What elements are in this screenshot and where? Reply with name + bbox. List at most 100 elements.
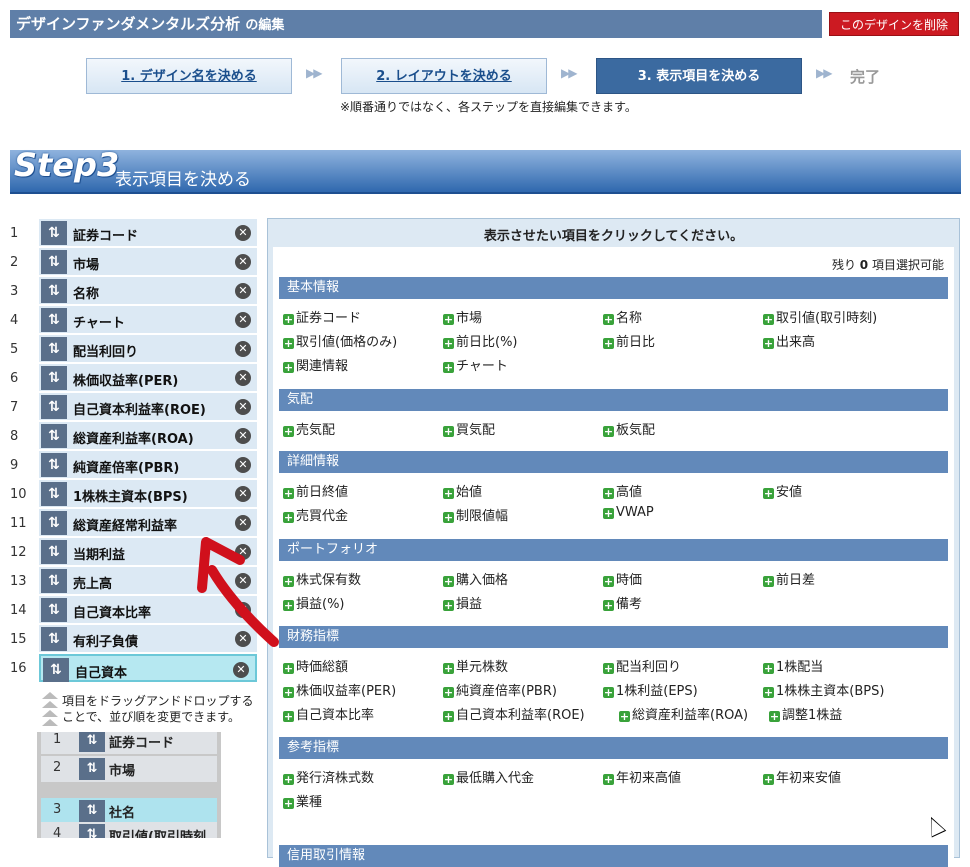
selected-item[interactable]: ⇅ 1株株主資本(BPS) ✕: [39, 480, 257, 508]
annotation-arrow-icon: [197, 537, 279, 647]
selected-item[interactable]: ⇅ 名称 ✕: [39, 277, 257, 305]
add-item-link[interactable]: + 自己資本比率: [283, 704, 374, 723]
add-item-link[interactable]: + 始値: [443, 481, 482, 500]
remove-item-icon[interactable]: ✕: [235, 225, 251, 241]
add-item-link[interactable]: + 関連情報: [283, 355, 348, 374]
add-item-label: 前日差: [776, 573, 816, 588]
add-item-link[interactable]: + 株価収益率(PER): [283, 680, 396, 699]
add-item-link[interactable]: + 最低購入代金: [443, 767, 534, 786]
add-item-link[interactable]: + VWAP: [603, 505, 654, 520]
remove-item-icon[interactable]: ✕: [235, 515, 251, 531]
add-item-link[interactable]: + 購入価格: [443, 569, 508, 588]
remove-item-icon[interactable]: ✕: [233, 662, 249, 678]
add-item-label: 時価: [616, 573, 643, 588]
selected-item[interactable]: ⇅ 市場 ✕: [39, 248, 257, 276]
add-item-link[interactable]: + 発行済株式数: [283, 767, 374, 786]
remove-item-icon[interactable]: ✕: [235, 283, 251, 299]
drag-handle-icon[interactable]: ⇅: [41, 453, 67, 477]
add-item-link[interactable]: + 損益(%): [283, 593, 345, 612]
drag-handle-icon[interactable]: ⇅: [41, 627, 67, 651]
selected-item[interactable]: ⇅ 総資産利益率(ROA) ✕: [39, 422, 257, 450]
plus-icon: +: [443, 662, 454, 675]
selected-item[interactable]: ⇅ 配当利回り ✕: [39, 335, 257, 363]
remove-item-icon[interactable]: ✕: [235, 312, 251, 328]
add-item-label: 名称: [616, 311, 643, 326]
selected-item[interactable]: ⇅ チャート ✕: [39, 306, 257, 334]
add-item-link[interactable]: + チャート: [443, 355, 508, 374]
drag-handle-icon[interactable]: ⇅: [41, 337, 67, 361]
add-item-link[interactable]: + 取引値(価格のみ): [283, 331, 397, 350]
add-item-link[interactable]: + 買気配: [443, 419, 495, 438]
drag-handle-icon: ⇅: [79, 758, 105, 780]
add-item-link[interactable]: + 安値: [763, 481, 802, 500]
add-item-label: 総資産利益率(ROA): [632, 708, 749, 723]
remove-item-icon[interactable]: ✕: [235, 370, 251, 386]
add-item-link[interactable]: +1株配当: [763, 656, 823, 675]
add-item-link[interactable]: + 配当利回り: [603, 656, 681, 675]
drag-handle-icon[interactable]: ⇅: [41, 395, 67, 419]
add-item-link[interactable]: + 単元株数: [443, 656, 508, 675]
add-item-link[interactable]: + 制限値幅: [443, 505, 508, 524]
remove-item-icon[interactable]: ✕: [235, 486, 251, 502]
remove-item-icon[interactable]: ✕: [235, 457, 251, 473]
drag-handle-icon[interactable]: ⇅: [41, 279, 67, 303]
add-item-link[interactable]: + 出来高: [763, 331, 815, 350]
add-item-link[interactable]: + 時価: [603, 569, 642, 588]
add-item-link[interactable]: + 売買代金: [283, 505, 348, 524]
add-item-link[interactable]: + 年初来高値: [603, 767, 681, 786]
drag-handle-icon[interactable]: ⇅: [41, 308, 67, 332]
add-item-link[interactable]: + 株式保有数: [283, 569, 361, 588]
add-item-link[interactable]: + 取引値(取引時刻): [763, 307, 877, 326]
step-1-link[interactable]: 1. デザイン名を決める: [86, 58, 292, 94]
add-item-label: 純資産倍率(PBR): [456, 684, 557, 699]
remove-item-icon[interactable]: ✕: [235, 254, 251, 270]
add-item-link[interactable]: + 売気配: [283, 419, 335, 438]
add-item-link[interactable]: + 調整1株益: [769, 704, 842, 723]
add-item-link[interactable]: + 前日比(%): [443, 331, 518, 350]
selected-item[interactable]: ⇅ 自己資本 ✕: [39, 654, 257, 682]
add-item-link[interactable]: + 前日差: [763, 569, 815, 588]
add-item-link[interactable]: + 市場: [443, 307, 482, 326]
add-item-link[interactable]: + 純資産倍率(PBR): [443, 680, 557, 699]
drag-handle-icon[interactable]: ⇅: [41, 540, 67, 564]
add-item-link[interactable]: + 年初来安値: [763, 767, 841, 786]
add-item-label: 買気配: [456, 423, 496, 438]
section-header: 詳細情報: [279, 451, 948, 473]
drag-handle-icon[interactable]: ⇅: [41, 482, 67, 506]
selected-item[interactable]: ⇅ 純資産倍率(PBR) ✕: [39, 451, 257, 479]
add-item-link[interactable]: + 前日比: [603, 331, 655, 350]
add-item-link[interactable]: +1株利益(EPS): [603, 680, 698, 699]
add-item-link[interactable]: + 備考: [603, 593, 642, 612]
delete-design-button[interactable]: このデザインを削除: [829, 12, 959, 36]
drag-handle-icon[interactable]: ⇅: [41, 511, 67, 535]
drag-handle-icon[interactable]: ⇅: [41, 250, 67, 274]
selected-item[interactable]: ⇅ 自己資本利益率(ROE) ✕: [39, 393, 257, 421]
add-item-label: 業種: [296, 795, 323, 810]
add-item-link[interactable]: + 名称: [603, 307, 642, 326]
add-item-link[interactable]: + 高値: [603, 481, 642, 500]
remove-item-icon[interactable]: ✕: [235, 428, 251, 444]
add-item-link[interactable]: + 業種: [283, 791, 322, 810]
add-item-link[interactable]: + 時価総額: [283, 656, 348, 675]
drag-handle-icon[interactable]: ⇅: [41, 598, 67, 622]
selected-item[interactable]: ⇅ 株価収益率(PER) ✕: [39, 364, 257, 392]
drag-handle-icon[interactable]: ⇅: [41, 424, 67, 448]
drag-handle-icon[interactable]: ⇅: [41, 569, 67, 593]
remove-item-icon[interactable]: ✕: [235, 341, 251, 357]
plus-icon: +: [443, 313, 454, 326]
add-item-link[interactable]: + 板気配: [603, 419, 655, 438]
drag-demo-illustration: 1 ⇅ 証券コード 2 ⇅ 市場 3 ⇅ 社名 4 ⇅ 取引値(取引時刻: [37, 732, 221, 838]
add-item-link[interactable]: + 証券コード: [283, 307, 361, 326]
add-item-link[interactable]: + 前日終値: [283, 481, 348, 500]
remove-item-icon[interactable]: ✕: [235, 399, 251, 415]
add-item-link[interactable]: + 自己資本利益率(ROE): [443, 704, 585, 723]
drag-handle-icon[interactable]: ⇅: [41, 366, 67, 390]
add-item-link[interactable]: + 損益: [443, 593, 482, 612]
selected-item[interactable]: ⇅ 証券コード ✕: [39, 219, 257, 247]
add-item-link[interactable]: + 総資産利益率(ROA): [619, 704, 748, 723]
drag-handle-icon[interactable]: ⇅: [41, 221, 67, 245]
add-item-label: 売気配: [296, 423, 336, 438]
drag-handle-icon[interactable]: ⇅: [43, 658, 69, 682]
add-item-link[interactable]: +1株株主資本(BPS): [763, 680, 884, 699]
step-2-link[interactable]: 2. レイアウトを決める: [341, 58, 547, 94]
